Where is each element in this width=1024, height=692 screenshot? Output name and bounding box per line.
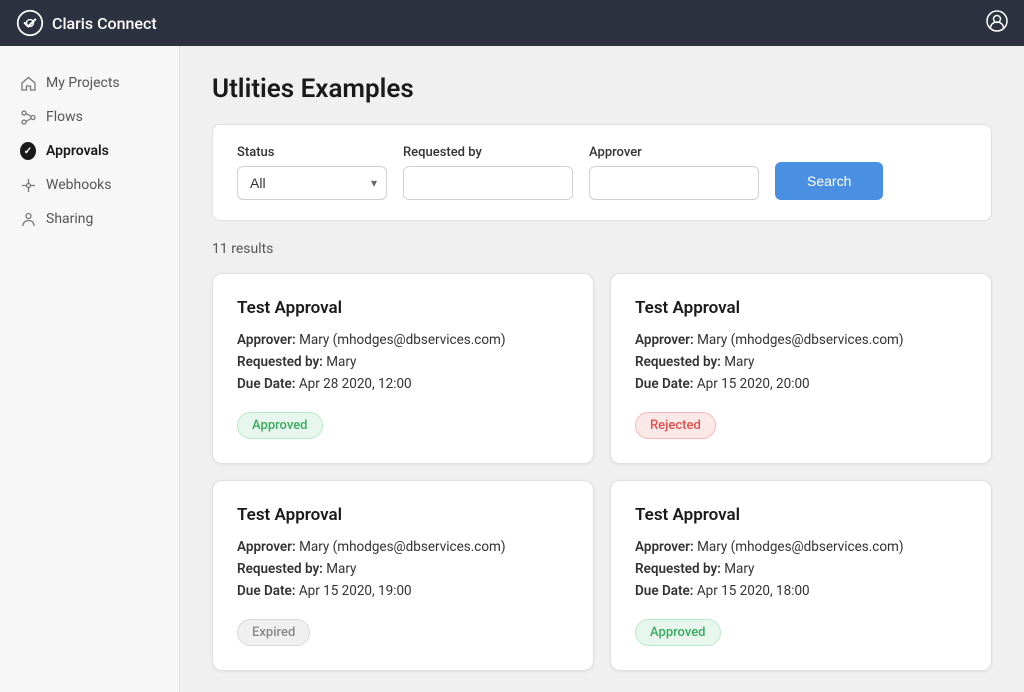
- requested-by-label: Requested by: [403, 145, 573, 160]
- sidebar-item-my-projects[interactable]: My Projects: [0, 66, 179, 100]
- sidebar-item-webhooks[interactable]: Webhooks: [0, 168, 179, 202]
- card-requested-by-4: Requested by: Mary: [635, 561, 967, 577]
- status-badge-2: Rejected: [635, 412, 716, 439]
- card-due-date-3: Due Date: Apr 15 2020, 19:00: [237, 583, 569, 599]
- approval-card-2[interactable]: Test Approval Approver: Mary (mhodges@db…: [610, 273, 992, 464]
- status-filter-group: Status All Approved Rejected Expired Pen…: [237, 145, 387, 200]
- approval-card-4[interactable]: Test Approval Approver: Mary (mhodges@db…: [610, 480, 992, 671]
- status-label: Status: [237, 145, 387, 160]
- app-logo: Claris Connect: [16, 9, 157, 37]
- sharing-icon: [20, 211, 36, 227]
- results-count: 11 results: [212, 241, 992, 257]
- claris-logo-icon: [16, 9, 44, 37]
- approver-input[interactable]: [589, 166, 759, 200]
- page-title: Utlities Examples: [212, 74, 992, 104]
- flows-icon: [20, 109, 36, 125]
- status-select-wrapper: All Approved Rejected Expired Pending ▾: [237, 166, 387, 200]
- card-requested-by-2: Requested by: Mary: [635, 354, 967, 370]
- user-icon[interactable]: [986, 10, 1008, 36]
- sidebar: My Projects Flows Approvals: [0, 46, 180, 692]
- webhooks-icon: [20, 177, 36, 193]
- card-approver-1: Approver: Mary (mhodges@dbservices.com): [237, 332, 569, 348]
- card-due-date-4: Due Date: Apr 15 2020, 18:00: [635, 583, 967, 599]
- sidebar-item-sharing[interactable]: Sharing: [0, 202, 179, 236]
- top-nav: Claris Connect: [0, 0, 1024, 46]
- app-name: Claris Connect: [52, 14, 157, 33]
- status-badge-1: Approved: [237, 412, 323, 439]
- sidebar-label-sharing: Sharing: [46, 211, 93, 227]
- approver-filter-group: Approver: [589, 145, 759, 200]
- sidebar-label-my-projects: My Projects: [46, 75, 120, 91]
- approval-card-3[interactable]: Test Approval Approver: Mary (mhodges@db…: [212, 480, 594, 671]
- approval-card-1[interactable]: Test Approval Approver: Mary (mhodges@db…: [212, 273, 594, 464]
- filter-bar: Status All Approved Rejected Expired Pen…: [212, 124, 992, 221]
- status-badge-4: Approved: [635, 619, 721, 646]
- sidebar-label-webhooks: Webhooks: [46, 177, 112, 193]
- card-approver-2: Approver: Mary (mhodges@dbservices.com): [635, 332, 967, 348]
- card-due-date-2: Due Date: Apr 15 2020, 20:00: [635, 376, 967, 392]
- cards-grid: Test Approval Approver: Mary (mhodges@db…: [212, 273, 992, 671]
- requested-by-input[interactable]: [403, 166, 573, 200]
- approvals-icon: [20, 143, 36, 159]
- home-icon: [20, 75, 36, 91]
- card-title-4: Test Approval: [635, 505, 967, 525]
- card-title-2: Test Approval: [635, 298, 967, 318]
- card-title-1: Test Approval: [237, 298, 569, 318]
- approver-label: Approver: [589, 145, 759, 160]
- status-badge-3: Expired: [237, 619, 310, 646]
- sidebar-item-flows[interactable]: Flows: [0, 100, 179, 134]
- sidebar-item-approvals[interactable]: Approvals: [0, 134, 179, 168]
- search-button[interactable]: Search: [775, 162, 883, 200]
- card-approver-4: Approver: Mary (mhodges@dbservices.com): [635, 539, 967, 555]
- status-select[interactable]: All Approved Rejected Expired Pending: [237, 166, 387, 200]
- card-approver-3: Approver: Mary (mhodges@dbservices.com): [237, 539, 569, 555]
- main-content: Utlities Examples Status All Approved Re…: [180, 46, 1024, 692]
- card-requested-by-1: Requested by: Mary: [237, 354, 569, 370]
- card-requested-by-3: Requested by: Mary: [237, 561, 569, 577]
- sidebar-label-flows: Flows: [46, 109, 83, 125]
- requested-by-filter-group: Requested by: [403, 145, 573, 200]
- card-due-date-1: Due Date: Apr 28 2020, 12:00: [237, 376, 569, 392]
- sidebar-label-approvals: Approvals: [46, 143, 109, 159]
- card-title-3: Test Approval: [237, 505, 569, 525]
